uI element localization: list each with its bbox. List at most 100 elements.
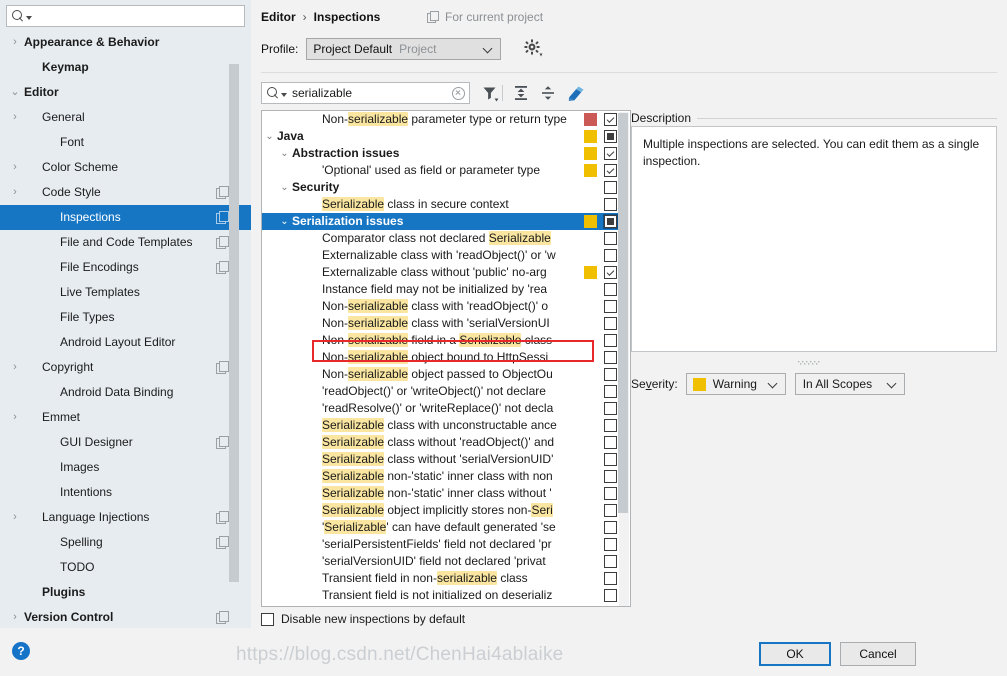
sidebar-item-keymap[interactable]: Keymap (0, 55, 251, 80)
chevron-down-icon[interactable]: ⌄ (277, 179, 292, 196)
copy-icon[interactable] (216, 511, 229, 524)
inspection-row[interactable]: Serializable non-'static' inner class wi… (262, 485, 620, 502)
help-icon[interactable]: ? (12, 642, 30, 660)
sidebar-item-general[interactable]: › General (0, 105, 251, 130)
inspection-row-checkbox[interactable] (604, 419, 617, 432)
inspection-row-checkbox[interactable] (604, 436, 617, 449)
chevron-right-icon[interactable]: › (6, 30, 24, 55)
inspection-row-checkbox[interactable] (604, 538, 617, 551)
inspection-search-box[interactable] (261, 82, 470, 104)
inspection-row-checkbox[interactable] (604, 504, 617, 517)
sidebar-scrollbar-thumb[interactable] (229, 64, 239, 582)
sidebar-item-color-scheme[interactable]: › Color Scheme (0, 155, 251, 180)
sidebar-item-copyright[interactable]: › Copyright (0, 355, 251, 380)
inspection-row[interactable]: Non-serializable class with 'readObject(… (262, 298, 620, 315)
inspection-row[interactable]: Serializable non-'static' inner class wi… (262, 468, 620, 485)
inspection-row-checkbox[interactable] (604, 283, 617, 296)
sidebar-item-android-layout-editor[interactable]: Android Layout Editor (0, 330, 251, 355)
severity-dropdown[interactable]: Warning (685, 373, 786, 395)
inspection-row[interactable]: Serializable class without 'readObject()… (262, 434, 620, 451)
sidebar-search-box[interactable] (6, 5, 245, 27)
sidebar-item-android-data-binding[interactable]: Android Data Binding (0, 380, 251, 405)
inspection-row[interactable]: ⌄ Serialization issues (262, 213, 620, 230)
chevron-right-icon[interactable]: › (6, 105, 24, 130)
inspection-row[interactable]: Non-serializable parameter type or retur… (262, 111, 620, 128)
sidebar-item-emmet[interactable]: › Emmet (0, 405, 251, 430)
inspection-row-checkbox[interactable] (604, 572, 617, 585)
inspection-row[interactable]: Non-serializable object bound to HttpSes… (262, 349, 620, 366)
inspection-row[interactable]: 'Optional' used as field or parameter ty… (262, 162, 620, 179)
inspection-row-checkbox[interactable] (604, 334, 617, 347)
copy-icon[interactable] (216, 536, 229, 549)
inspection-row[interactable]: Non-serializable class with 'serialVersi… (262, 315, 620, 332)
chevron-right-icon[interactable]: › (6, 355, 24, 380)
inspection-row-checkbox[interactable] (604, 215, 617, 228)
sidebar-item-font[interactable]: Font (0, 130, 251, 155)
inspection-row-checkbox[interactable] (604, 249, 617, 262)
inspection-row[interactable]: 'serialVersionUID' field not declared 'p… (262, 553, 620, 570)
inspection-row-checkbox[interactable] (604, 351, 617, 364)
sidebar-search-input[interactable] (35, 7, 244, 25)
ok-button[interactable]: OK (759, 642, 831, 666)
inspection-tree-scrollbar-thumb[interactable] (618, 113, 628, 513)
chevron-down-icon[interactable]: ⌄ (277, 145, 292, 162)
inspection-row[interactable]: 'readObject()' or 'writeObject()' not de… (262, 383, 620, 400)
inspection-row[interactable]: Externalizable class with 'readObject()'… (262, 247, 620, 264)
chevron-right-icon[interactable]: › (6, 605, 24, 628)
inspection-row-checkbox[interactable] (604, 555, 617, 568)
inspection-row[interactable]: Serializable class with unconstructable … (262, 417, 620, 434)
sidebar-scrollbar-track[interactable] (229, 32, 245, 628)
chevron-down-icon[interactable]: ⌄ (262, 128, 277, 145)
inspection-row[interactable]: Comparator class not declared Serializab… (262, 230, 620, 247)
inspection-row[interactable]: 'readResolve()' or 'writeReplace()' not … (262, 400, 620, 417)
inspection-row-checkbox[interactable] (604, 181, 617, 194)
inspection-row-checkbox[interactable] (604, 385, 617, 398)
chevron-right-icon[interactable]: › (6, 505, 24, 530)
inspection-row[interactable]: ⌄ Abstraction issues (262, 145, 620, 162)
inspection-row-checkbox[interactable] (604, 232, 617, 245)
reset-icon[interactable] (564, 82, 586, 104)
chevron-right-icon[interactable]: › (6, 180, 24, 205)
sidebar-item-editor[interactable]: ⌄ Editor (0, 80, 251, 105)
inspection-row-checkbox[interactable] (604, 470, 617, 483)
resize-grip-icon[interactable] (798, 354, 822, 365)
clear-icon[interactable] (452, 86, 465, 100)
chevron-right-icon[interactable]: › (6, 155, 24, 180)
inspection-row-checkbox[interactable] (604, 164, 617, 177)
copy-icon[interactable] (216, 211, 229, 224)
chevron-down-icon[interactable]: ⌄ (6, 80, 24, 105)
inspection-row[interactable]: ⌄ Java (262, 128, 620, 145)
chevron-down-icon[interactable]: ⌄ (277, 213, 292, 230)
inspection-search-input[interactable] (290, 84, 452, 102)
sidebar-item-live-templates[interactable]: Live Templates (0, 280, 251, 305)
inspection-row[interactable]: Externalizable class without 'public' no… (262, 264, 620, 281)
inspection-row-checkbox[interactable] (604, 368, 617, 381)
inspection-row-checkbox[interactable] (604, 300, 617, 313)
inspection-row[interactable]: Serializable class in secure context (262, 196, 620, 213)
inspection-row-checkbox[interactable] (604, 198, 617, 211)
disable-new-inspections-checkbox[interactable] (261, 612, 274, 626)
chevron-right-icon[interactable]: › (6, 405, 24, 430)
inspection-row[interactable]: ⌄ Security (262, 179, 620, 196)
inspection-row-checkbox[interactable] (604, 589, 617, 602)
copy-icon[interactable] (216, 261, 229, 274)
sidebar-item-code-style[interactable]: › Code Style (0, 180, 251, 205)
copy-icon[interactable] (216, 361, 229, 374)
sidebar-item-file-encodings[interactable]: File Encodings (0, 255, 251, 280)
sidebar-item-file-types[interactable]: File Types (0, 305, 251, 330)
inspection-row[interactable]: Serializable class without 'serialVersio… (262, 451, 620, 468)
inspection-row[interactable]: Serializable object implicitly stores no… (262, 502, 620, 519)
collapse-all-icon[interactable] (537, 82, 559, 104)
inspection-row[interactable]: Non-serializable object passed to Object… (262, 366, 620, 383)
copy-icon[interactable] (216, 186, 229, 199)
inspection-row[interactable]: 'Serializable' can have default generate… (262, 519, 620, 536)
sidebar-item-version-control[interactable]: › Version Control (0, 605, 251, 628)
inspection-row[interactable]: Transient field in non-serializable clas… (262, 570, 620, 587)
cancel-button[interactable]: Cancel (840, 642, 916, 666)
inspection-row-checkbox[interactable] (604, 402, 617, 415)
sidebar-item-gui-designer[interactable]: GUI Designer (0, 430, 251, 455)
expand-all-icon[interactable] (510, 82, 532, 104)
inspection-row-checkbox[interactable] (604, 453, 617, 466)
inspection-row-checkbox[interactable] (604, 266, 617, 279)
inspection-row-checkbox[interactable] (604, 147, 617, 160)
